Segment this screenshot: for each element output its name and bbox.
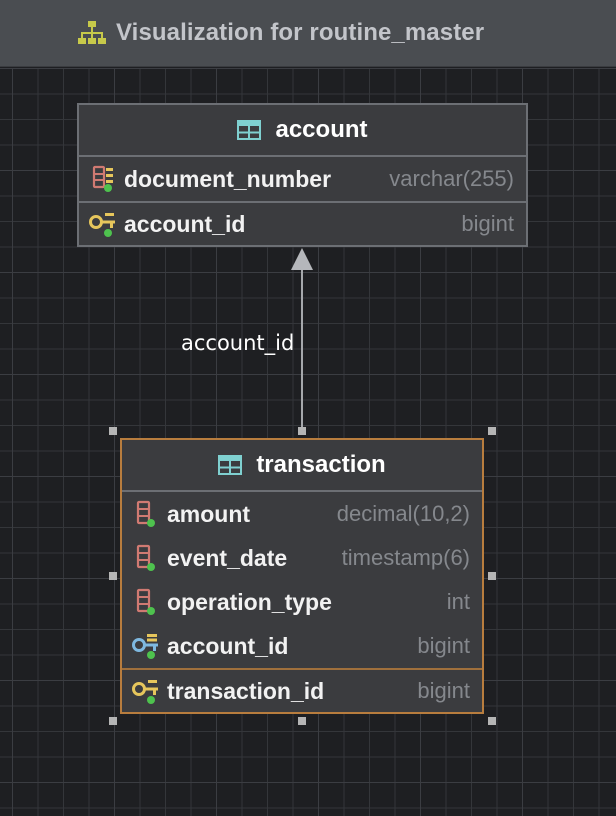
resize-handle-bottom-right[interactable] (488, 717, 496, 725)
primary-key-icon (132, 680, 158, 704)
column-name: document_number (124, 165, 332, 192)
column-name: transaction_id (167, 677, 325, 704)
table-account[interactable]: account document_number varchar(255) acc… (77, 103, 528, 247)
table-name: account (275, 116, 368, 143)
column-row-primary-key[interactable]: transaction_id bigint (122, 668, 482, 712)
table-icon (237, 120, 262, 140)
table-icon (218, 455, 243, 475)
column-type: timestamp(6) (341, 545, 470, 570)
table-transaction[interactable]: transaction amount decimal(10,2) event_d… (120, 438, 484, 714)
column-icon (136, 544, 155, 571)
window-title: Visualization for routine_master (116, 19, 485, 46)
resize-handle-left[interactable] (109, 572, 117, 580)
title-bar: Visualization for routine_master (0, 0, 616, 67)
column-name: operation_type (167, 588, 332, 615)
column-row-primary-key[interactable]: account_id bigint (79, 201, 526, 245)
column-row[interactable]: operation_type int (122, 580, 482, 624)
column-name: event_date (167, 544, 288, 571)
foreign-key-icon (132, 634, 158, 659)
primary-key-icon (89, 213, 115, 237)
column-type: decimal(10,2) (336, 501, 470, 526)
table-header[interactable]: account (79, 105, 526, 157)
resize-handle-top-right[interactable] (488, 427, 496, 435)
column-name: account_id (124, 210, 246, 237)
indexed-column-icon (92, 165, 113, 192)
column-type: bigint (417, 633, 470, 658)
resize-handle-top[interactable] (298, 427, 306, 435)
column-icon (136, 588, 155, 615)
resize-handle-right[interactable] (488, 572, 496, 580)
resize-handle-bottom[interactable] (298, 717, 306, 725)
resize-handle-bottom-left[interactable] (109, 717, 117, 725)
column-type: int (446, 589, 470, 614)
column-name: amount (167, 500, 251, 527)
table-name: transaction (256, 451, 386, 478)
column-row[interactable]: amount decimal(10,2) (122, 492, 482, 536)
column-row[interactable]: document_number varchar(255) (79, 157, 526, 201)
column-type: bigint (417, 678, 470, 703)
column-row[interactable]: event_date timestamp(6) (122, 536, 482, 580)
table-header[interactable]: transaction (122, 440, 482, 492)
column-row-foreign-key[interactable]: account_id bigint (122, 624, 482, 668)
resize-handle-top-left[interactable] (109, 427, 117, 435)
column-name: account_id (167, 632, 289, 659)
column-type: bigint (461, 211, 514, 236)
column-type: varchar(255) (389, 166, 514, 191)
hierarchy-diagram-icon (78, 21, 106, 44)
relation-label[interactable]: account_id (181, 331, 294, 355)
column-icon (136, 500, 155, 527)
